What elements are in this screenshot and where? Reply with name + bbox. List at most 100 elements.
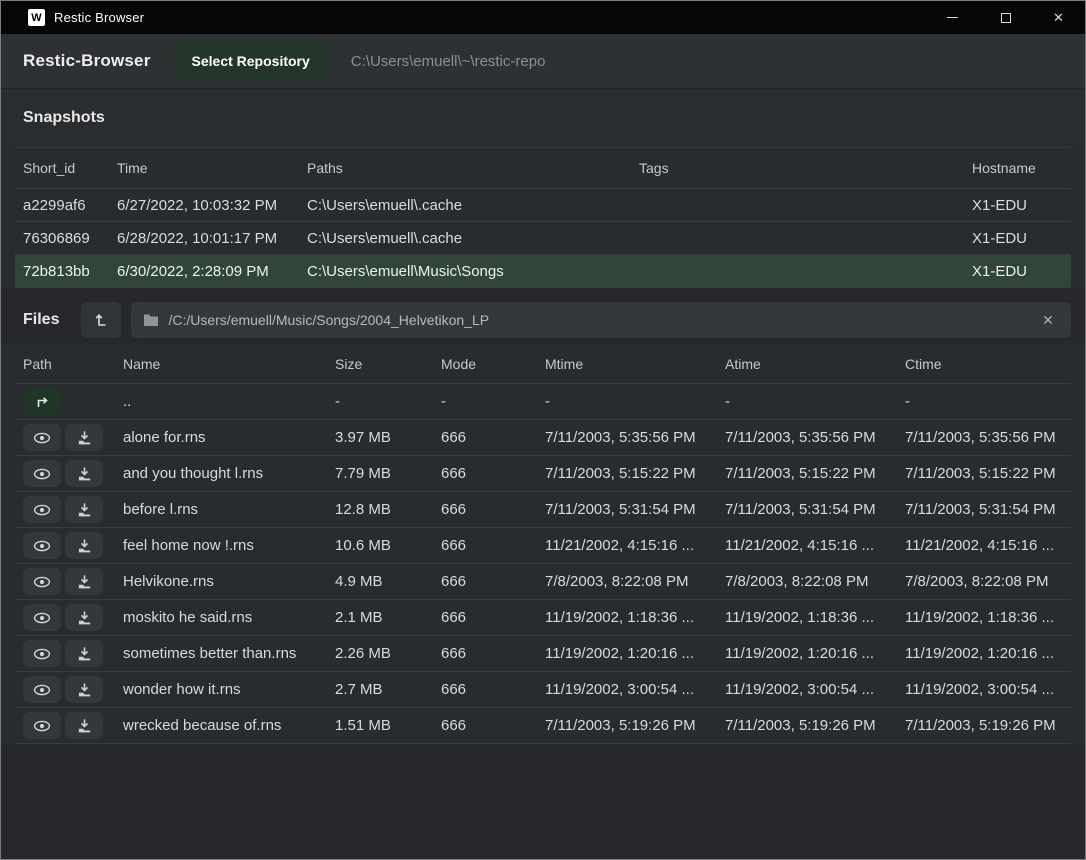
row-actions [15,388,115,415]
row-actions [15,568,115,595]
preview-file-button[interactable] [23,676,61,703]
row-actions [15,532,115,559]
file-row[interactable]: before l.rns12.8 MB6667/11/2003, 5:31:54… [15,492,1071,528]
file-size: 1.51 MB [327,717,433,734]
snapshot-paths: C:\Users\emuell\.cache [299,230,631,247]
preview-file-button[interactable] [23,424,61,451]
eye-icon [33,431,51,445]
close-icon: ✕ [1053,10,1064,26]
file-atime: 11/21/2002, 4:15:16 ... [717,537,897,554]
clear-path-button[interactable]: ✕ [1037,309,1059,331]
current-path-input[interactable]: /C:/Users/emuell/Music/Songs/2004_Helvet… [131,302,1071,338]
download-icon [77,718,92,733]
snapshots-section-header: Snapshots [1,89,1085,147]
preview-file-button[interactable] [23,532,61,559]
row-actions [15,496,115,523]
snapshot-time: 6/30/2022, 2:28:09 PM [109,263,299,280]
download-icon [77,610,92,625]
preview-file-button[interactable] [23,640,61,667]
file-ctime: 11/19/2002, 1:20:16 ... [897,645,1071,662]
parent-dir-row[interactable]: .. - - - - - [15,384,1071,420]
preview-file-button[interactable] [23,568,61,595]
file-atime: 7/8/2003, 8:22:08 PM [717,573,897,590]
snapshot-paths: C:\Users\emuell\Music\Songs [299,263,631,280]
file-row[interactable]: and you thought l.rns7.79 MB6667/11/2003… [15,456,1071,492]
download-file-button[interactable] [65,712,103,739]
download-file-button[interactable] [65,496,103,523]
snapshot-row-selected[interactable]: 72b813bb 6/30/2022, 2:28:09 PM C:\Users\… [15,255,1071,288]
download-file-button[interactable] [65,568,103,595]
preview-file-button[interactable] [23,460,61,487]
files-table: Path Name Size Mode Mtime Atime Ctime ..… [1,344,1085,744]
minimize-button[interactable] [926,1,979,34]
file-mtime: 11/21/2002, 4:15:16 ... [537,537,717,554]
wails-logo-icon: W [28,9,45,26]
app-window: W Restic Browser ✕ Restic-Browser Select… [0,0,1086,860]
col-short-id: Short_id [15,160,109,176]
file-name: wrecked because of.rns [115,717,327,734]
col-atime: Atime [717,356,897,372]
preview-file-button[interactable] [23,496,61,523]
file-mode: 666 [433,681,537,698]
file-mtime: 11/19/2002, 1:18:36 ... [537,609,717,626]
download-file-button[interactable] [65,532,103,559]
row-actions [15,712,115,739]
file-name: sometimes better than.rns [115,645,327,662]
file-name: .. [115,393,327,410]
snapshot-time: 6/28/2022, 10:01:17 PM [109,230,299,247]
go-to-parent-dir-button[interactable] [81,302,121,338]
file-atime: 7/11/2003, 5:35:56 PM [717,429,897,446]
preview-file-button[interactable] [23,712,61,739]
file-atime: 7/11/2003, 5:15:22 PM [717,465,897,482]
file-size: 4.9 MB [327,573,433,590]
file-mtime: 7/11/2003, 5:15:22 PM [537,465,717,482]
eye-icon [33,503,51,517]
eye-icon [33,575,51,589]
titlebar: W Restic Browser ✕ [1,1,1085,34]
file-row[interactable]: alone for.rns3.97 MB6667/11/2003, 5:35:5… [15,420,1071,456]
file-row[interactable]: wonder how it.rns2.7 MB66611/19/2002, 3:… [15,672,1071,708]
file-ctime: 7/11/2003, 5:31:54 PM [897,501,1071,518]
app-header: Restic-Browser Select Repository C:\User… [1,34,1085,89]
file-name: and you thought l.rns [115,465,327,482]
snapshot-hostname: X1-EDU [964,197,1071,214]
select-repository-button[interactable]: Select Repository [173,42,329,80]
row-actions [15,604,115,631]
folder-icon [143,313,159,327]
file-mtime: 7/11/2003, 5:31:54 PM [537,501,717,518]
snapshot-time: 6/27/2022, 10:03:32 PM [109,197,299,214]
snapshot-row[interactable]: 76306869 6/28/2022, 10:01:17 PM C:\Users… [15,222,1071,255]
file-row[interactable]: wrecked because of.rns1.51 MB6667/11/200… [15,708,1071,744]
eye-icon [33,539,51,553]
maximize-button[interactable] [979,1,1032,34]
file-row[interactable]: moskito he said.rns2.1 MB66611/19/2002, … [15,600,1071,636]
download-file-button[interactable] [65,424,103,451]
snapshot-hostname: X1-EDU [964,263,1071,280]
files-header-row: Path Name Size Mode Mtime Atime Ctime [15,344,1071,384]
download-file-button[interactable] [65,460,103,487]
eye-icon [33,719,51,733]
file-name: moskito he said.rns [115,609,327,626]
app-name: Restic-Browser [23,51,151,71]
close-button[interactable]: ✕ [1032,1,1085,34]
file-atime: 11/19/2002, 3:00:54 ... [717,681,897,698]
download-file-button[interactable] [65,604,103,631]
download-file-button[interactable] [65,640,103,667]
current-path-value: /C:/Users/emuell/Music/Songs/2004_Helvet… [168,312,1028,328]
file-mtime: 7/11/2003, 5:35:56 PM [537,429,717,446]
file-size: 10.6 MB [327,537,433,554]
file-row[interactable]: sometimes better than.rns2.26 MB66611/19… [15,636,1071,672]
parent-dir-icon [93,312,109,328]
eye-icon [33,467,51,481]
col-tags: Tags [631,160,964,176]
download-file-button[interactable] [65,676,103,703]
download-icon [77,682,92,697]
preview-file-button[interactable] [23,604,61,631]
file-mode: 666 [433,573,537,590]
file-atime: 7/11/2003, 5:31:54 PM [717,501,897,518]
file-row[interactable]: Helvikone.rns4.9 MB6667/8/2003, 8:22:08 … [15,564,1071,600]
file-row[interactable]: feel home now !.rns10.6 MB66611/21/2002,… [15,528,1071,564]
snapshot-row[interactable]: a2299af6 6/27/2022, 10:03:32 PM C:\Users… [15,189,1071,222]
file-name: wonder how it.rns [115,681,327,698]
go-up-button[interactable] [23,388,61,415]
